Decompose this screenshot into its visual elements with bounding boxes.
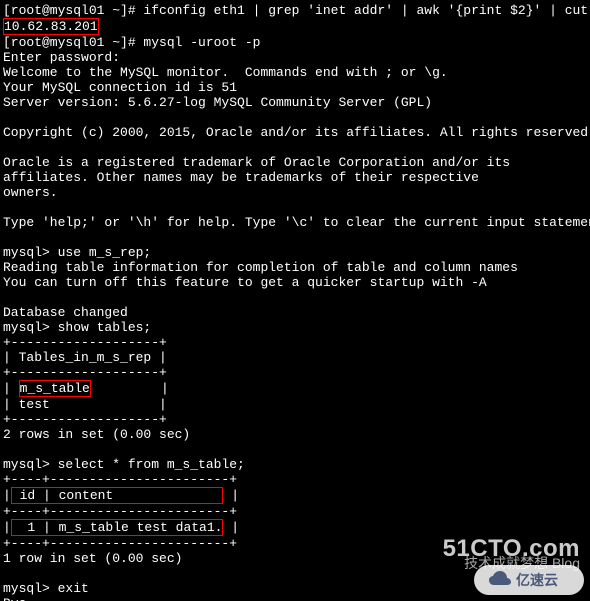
terminal-output: [root@mysql01 ~]# ifconfig eth1 | grep '… <box>0 0 590 601</box>
mysql-prompt: mysql> <box>3 245 50 260</box>
mysql-prompt: mysql> <box>3 581 50 596</box>
command-text: mysql -uroot -p <box>136 35 261 50</box>
table-cell-suffix: | <box>91 381 169 396</box>
table-row: | test | <box>3 397 167 412</box>
result-footer: 1 row in set (0.00 sec) <box>3 551 182 566</box>
bye-text: Bye <box>3 596 26 601</box>
table-cell-suffix: | <box>223 520 239 535</box>
table-cell-prefix: | <box>3 488 11 503</box>
table-cell-prefix: | <box>3 520 11 535</box>
table-header-highlighted: id | content <box>11 487 224 504</box>
command-text: select * from m_s_table; <box>50 457 245 472</box>
table-cell-suffix: | <box>223 488 239 503</box>
command-text: ifconfig eth1 | grep 'inet addr' | awk '… <box>136 3 590 18</box>
command-text: show tables; <box>50 320 151 335</box>
mysql-output: Reading table information for completion… <box>3 260 518 320</box>
table-border: +-------------------+ <box>3 335 167 350</box>
ip-address-highlighted: 10.62.83.201 <box>3 18 99 35</box>
table-header: | Tables_in_m_s_rep | <box>3 350 167 365</box>
table-cell-prefix: | <box>3 381 19 396</box>
table-border: +----+-----------------------+ <box>3 472 237 487</box>
shell-prompt: [root@mysql01 ~]# <box>3 3 136 18</box>
table-row-highlighted: 1 | m_s_table test data1. <box>11 519 224 536</box>
table-border: +----+-----------------------+ <box>3 504 237 519</box>
mysql-prompt: mysql> <box>3 457 50 472</box>
mysql-banner: Enter password: Welcome to the MySQL mon… <box>3 50 590 230</box>
result-footer: 2 rows in set (0.00 sec) <box>3 427 190 442</box>
table-name-highlighted: m_s_table <box>19 380 91 397</box>
mysql-prompt: mysql> <box>3 320 50 335</box>
shell-prompt: [root@mysql01 ~]# <box>3 35 136 50</box>
table-border: +-------------------+ <box>3 412 167 427</box>
table-border: +-------------------+ <box>3 365 167 380</box>
command-text: exit <box>50 581 89 596</box>
table-border: +----+-----------------------+ <box>3 536 237 551</box>
command-text: use m_s_rep; <box>50 245 151 260</box>
